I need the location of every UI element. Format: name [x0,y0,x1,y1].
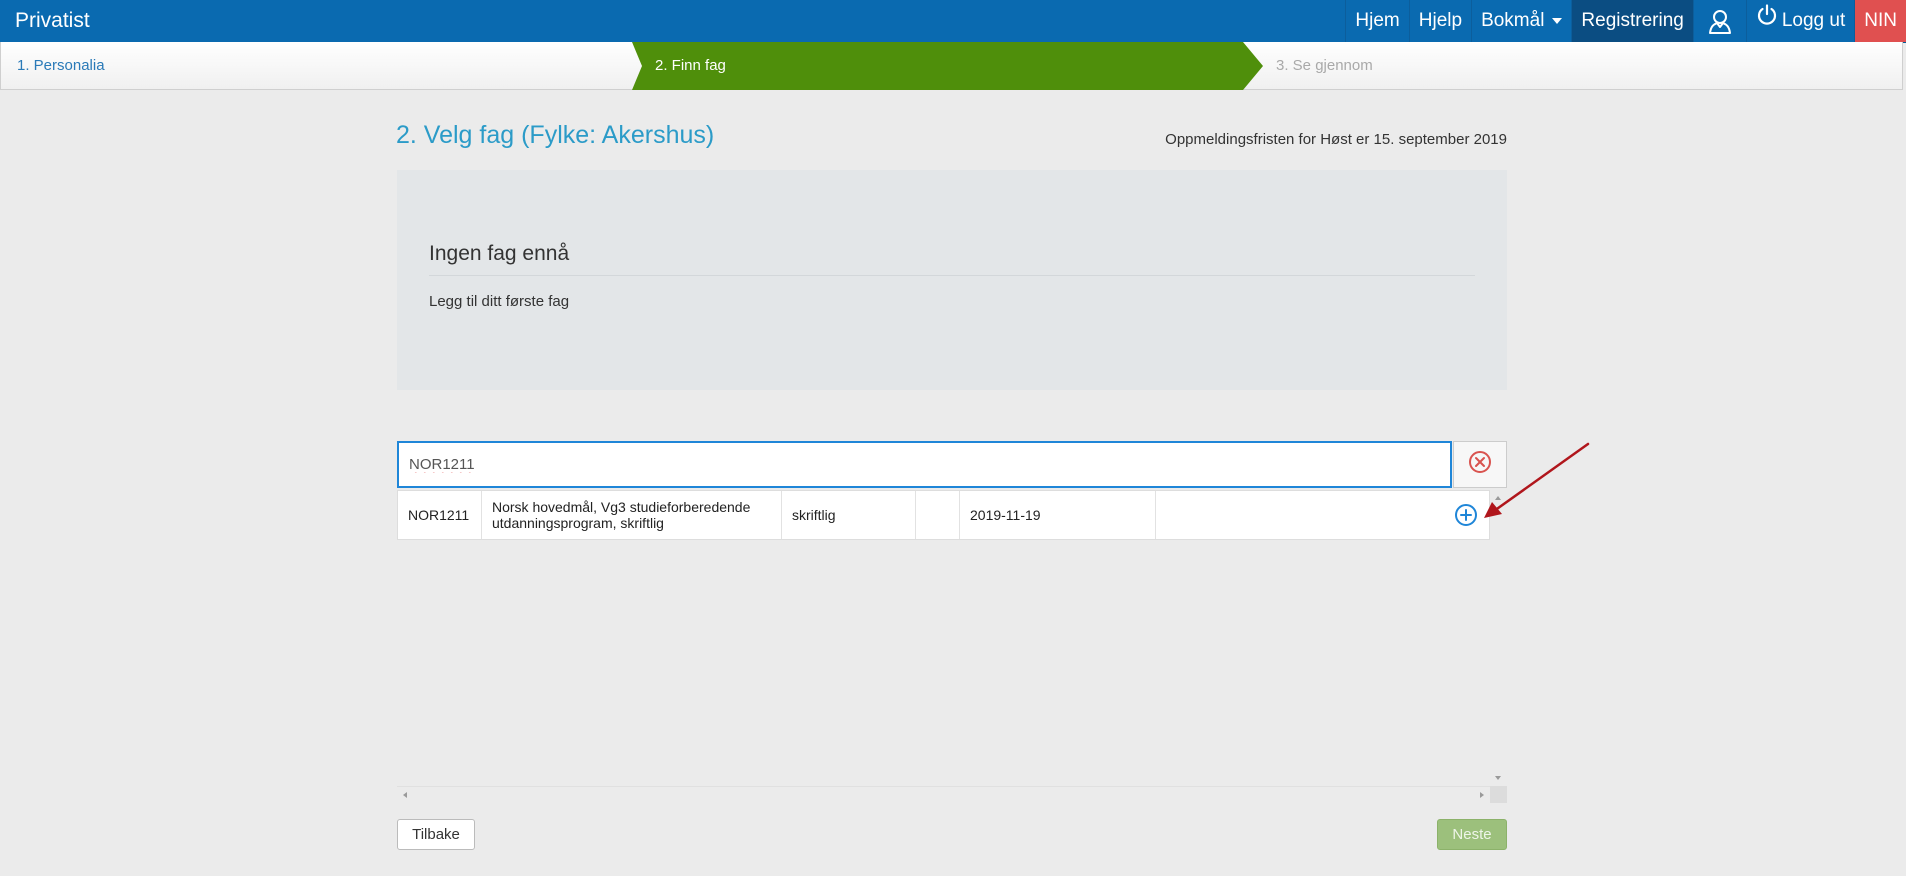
wizard-step-label: 2. Finn fag [655,57,726,74]
wizard-step-finn-fag[interactable]: 2. Finn fag [632,42,1263,90]
logout-button[interactable]: Logg ut [1745,0,1854,42]
exam-date: 2019-11-19 [960,491,1156,539]
wizard-steps: 1. Personalia 2. Finn fag 3. Se gjennom [0,42,1903,90]
subject-code: NOR1211 [398,491,482,539]
top-navbar: Privatist Hjem Hjelp Bokmål Registrering [0,0,1906,43]
logout-label: Logg ut [1781,10,1846,31]
annotation-arrow-icon [1484,442,1590,518]
nav-home[interactable]: Hjem [1345,0,1408,42]
empty-text: Legg til ditt første fag [429,293,570,310]
nav-registration[interactable]: Registrering [1571,0,1693,42]
empty-title: Ingen fag ennå [429,242,570,265]
vertical-scrollbar[interactable] [1490,490,1507,786]
active-step-shape [632,42,1263,90]
add-subject-button[interactable] [1453,503,1479,529]
subject-name: Norsk hovedmål, Vg3 studieforberedende u… [482,491,782,539]
extra-cell [916,491,960,539]
scroll-corner [1490,786,1507,803]
scroll-left-icon[interactable] [403,792,407,798]
horizontal-scrollbar[interactable] [397,786,1490,803]
user-icon [1708,8,1732,34]
search-results: NOR1211 Norsk hovedmål, Vg3 studieforber… [397,490,1507,803]
back-button[interactable]: Tilbake [397,819,475,850]
search-bar [397,441,1507,488]
wizard-step-se-gjennom: 3. Se gjennom [1276,57,1373,74]
subject-search-input[interactable] [397,441,1452,488]
chevron-down-icon [1552,18,1563,24]
table-row[interactable]: NOR1211 Norsk hovedmål, Vg3 studieforber… [397,490,1490,540]
brand-logo[interactable]: Privatist [15,0,90,42]
profile-button[interactable] [1692,0,1746,42]
exam-type: skriftlig [782,491,916,539]
scroll-right-icon[interactable] [1480,792,1484,798]
power-icon [1756,0,1778,42]
language-label: Bokmål [1481,10,1545,31]
add-circle-icon [1454,503,1478,530]
nav-menu: Hjem Hjelp Bokmål Registrering Logg ut N… [1345,0,1906,42]
user-initials-badge[interactable]: NIN [1854,0,1906,42]
wizard-step-personalia[interactable]: 1. Personalia [17,42,105,90]
divider [429,275,1475,276]
nav-help[interactable]: Hjelp [1408,0,1471,42]
scroll-down-icon[interactable] [1495,776,1501,780]
next-button[interactable]: Neste [1437,819,1507,850]
deadline-text: Oppmeldingsfristen for Høst er 15. septe… [1165,131,1507,148]
selected-subjects-panel: Ingen fag ennå Legg til ditt første fag [397,170,1507,390]
note-cell [1156,491,1438,539]
language-dropdown[interactable]: Bokmål [1471,0,1571,42]
page-title: 2. Velg fag (Fylke: Akershus) [396,121,715,149]
